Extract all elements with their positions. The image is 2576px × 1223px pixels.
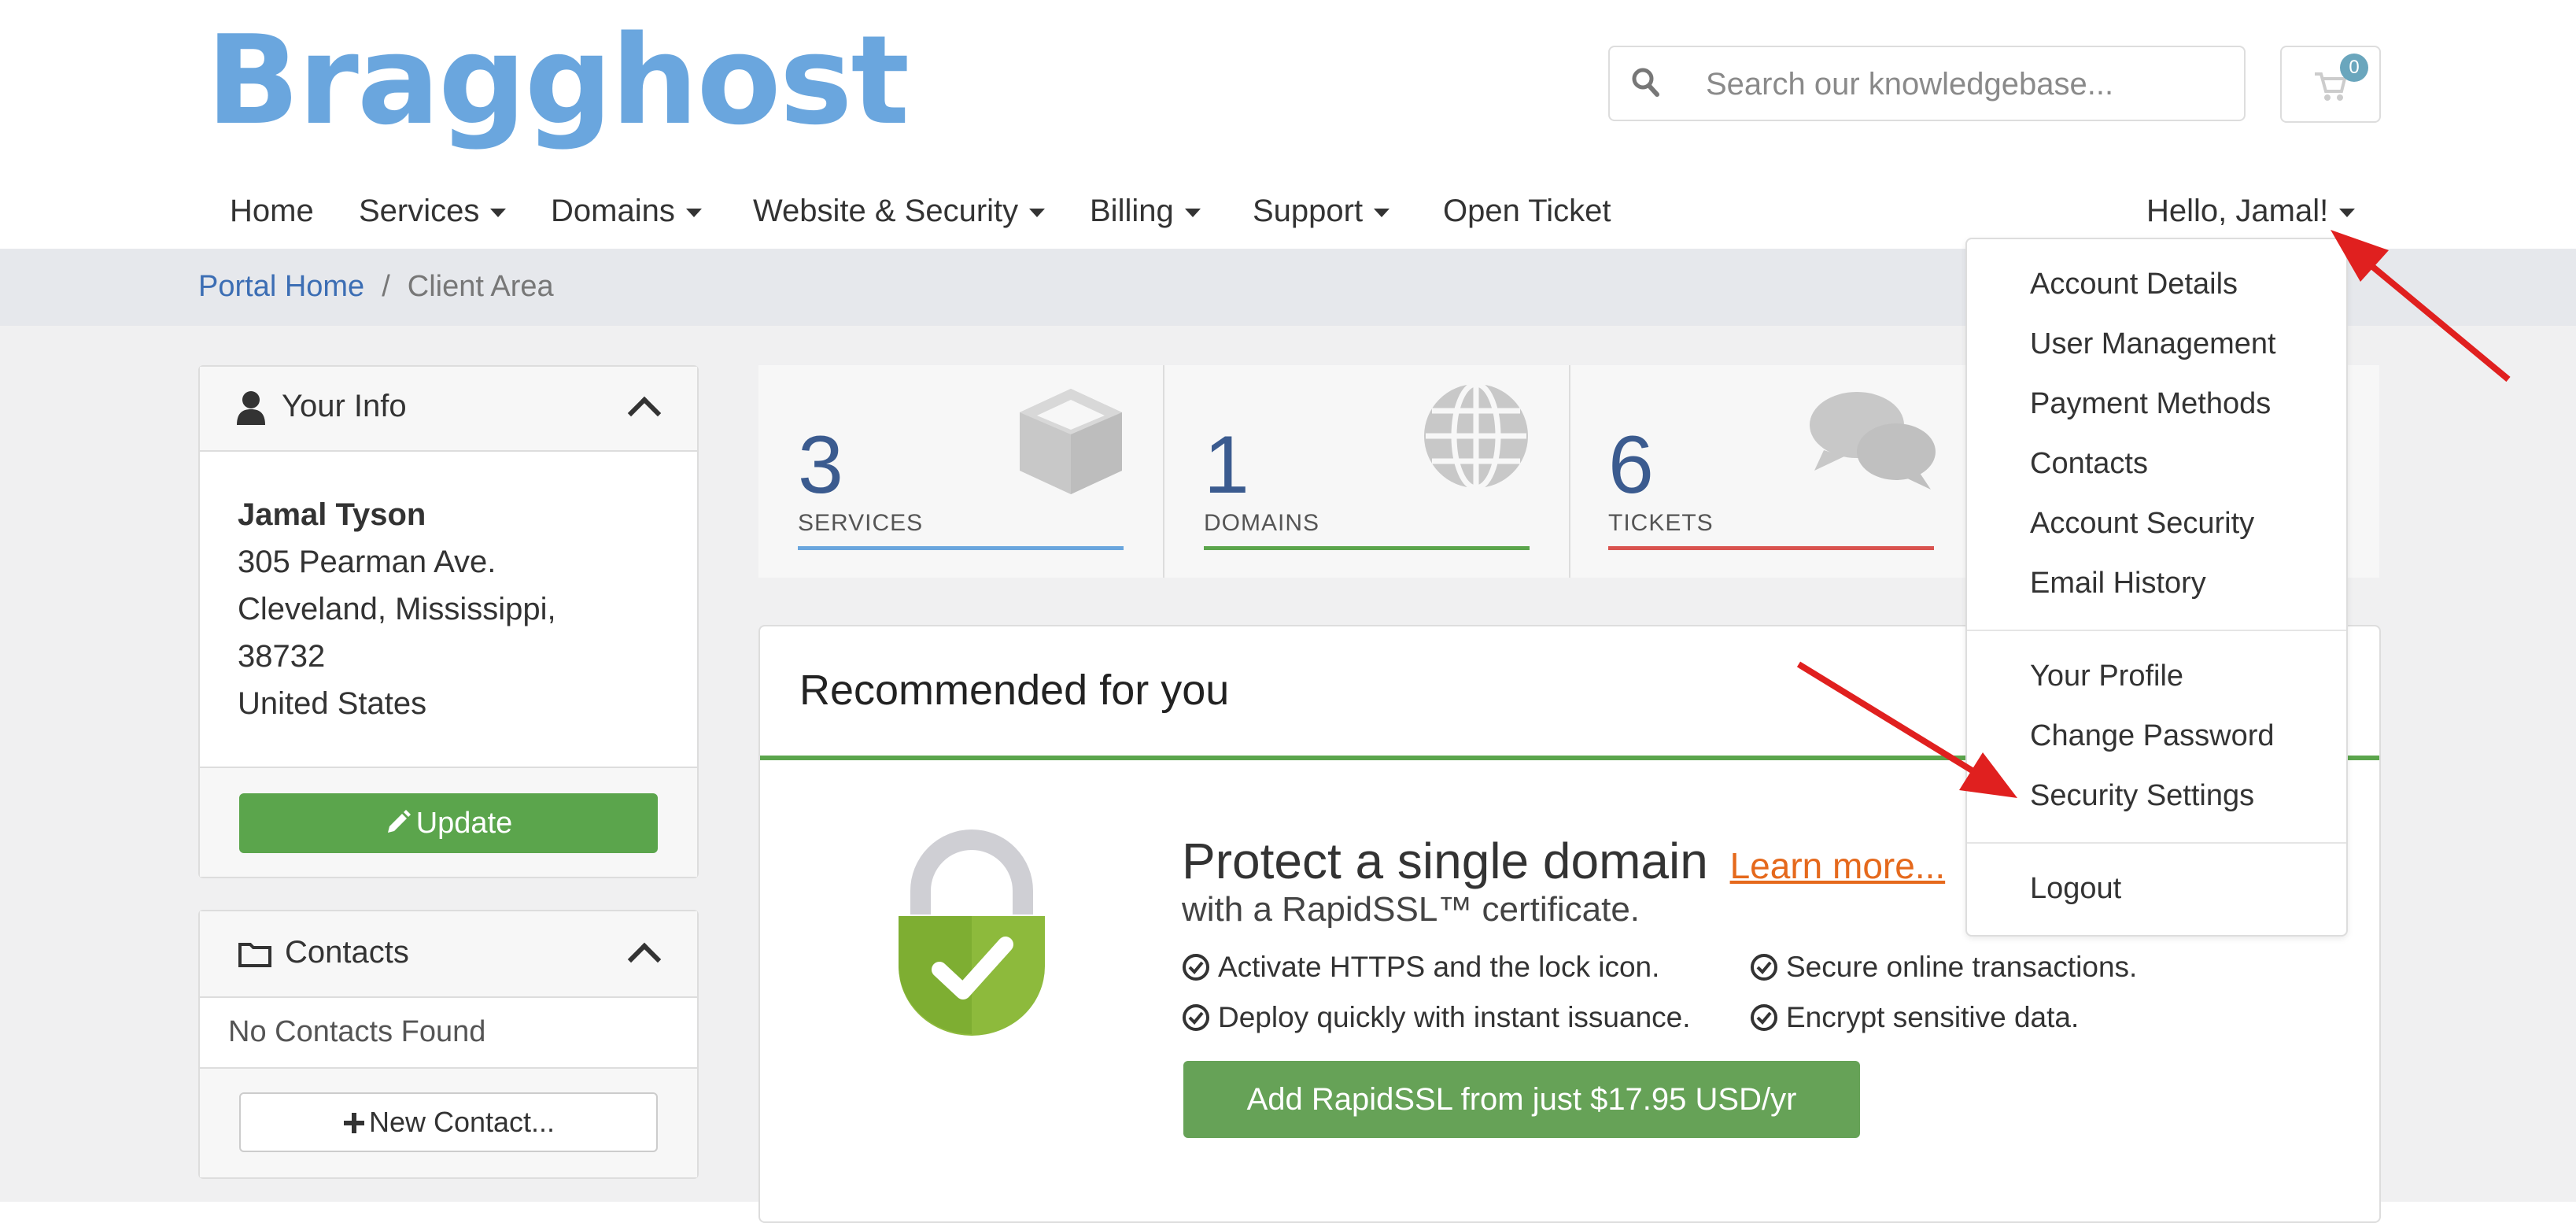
arrow-annotation-icon bbox=[1796, 661, 2017, 798]
annotation-overlay bbox=[1796, 230, 2511, 798]
arrow-annotation-icon bbox=[2331, 230, 2511, 382]
